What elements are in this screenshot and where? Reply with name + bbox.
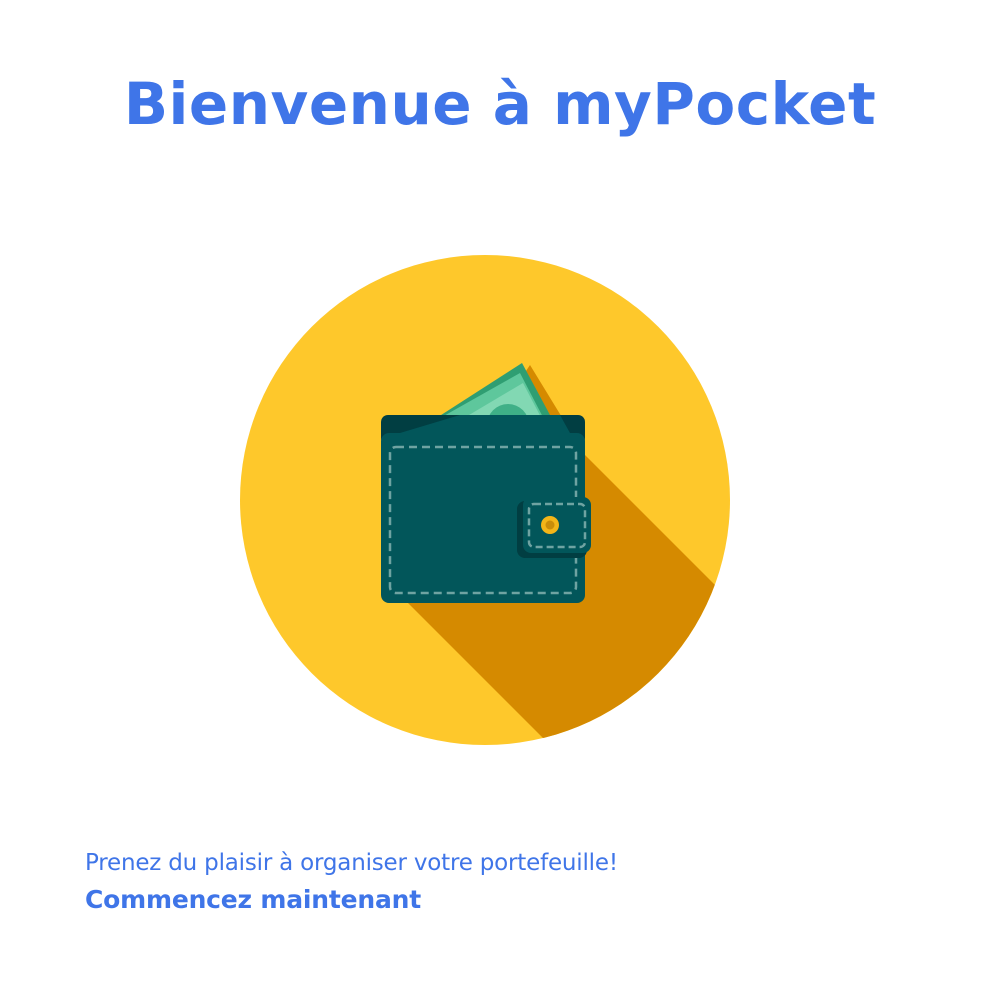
get-started-button[interactable]: Commencez maintenant [85,883,421,917]
wallet-with-cash-icon: $ [240,255,730,745]
welcome-screen: Bienvenue à myPocket $ [0,0,1000,1000]
welcome-title: Bienvenue à myPocket [123,70,877,138]
wallet-illustration: $ [240,255,730,745]
tagline-text: Prenez du plaisir à organiser votre port… [85,850,618,876]
